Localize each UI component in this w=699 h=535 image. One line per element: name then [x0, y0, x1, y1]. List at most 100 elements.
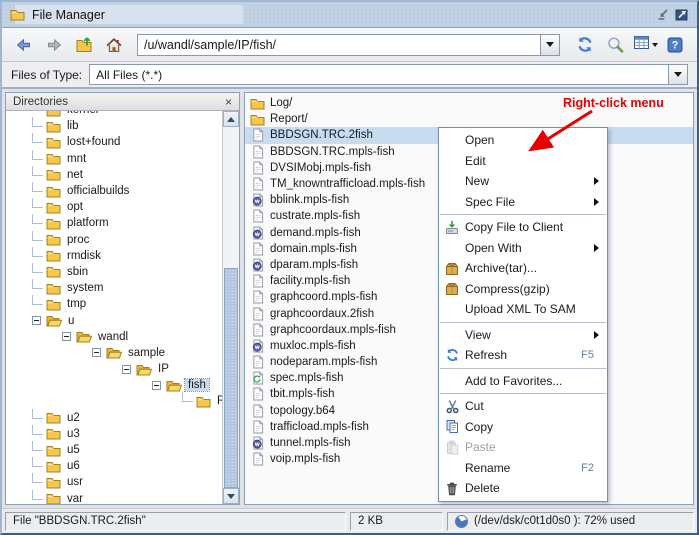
wandl-file-icon	[250, 226, 265, 240]
tree-expander-minus[interactable]	[152, 381, 161, 390]
back-button[interactable]	[11, 32, 37, 58]
tree-item-lost-found[interactable]: lost+found	[6, 134, 222, 150]
tree-item-platform[interactable]: platform	[6, 215, 222, 231]
tree-item-u5[interactable]: u5	[6, 442, 222, 458]
svg-text:?: ?	[672, 39, 679, 51]
menu-item-new[interactable]: New	[439, 171, 607, 192]
menu-item-cut[interactable]: Cut	[439, 396, 607, 417]
tree-item-IP[interactable]: IP	[6, 361, 222, 377]
menu-item-archive-tar[interactable]: Archive(tar)...	[439, 258, 607, 279]
tree-item-proc[interactable]: proc	[6, 232, 222, 248]
window-controls	[655, 8, 689, 22]
status-file-text: File "BBDSGN.TRC.2fish"	[13, 515, 146, 527]
tree-expander-minus[interactable]	[62, 332, 71, 341]
home-button[interactable]	[101, 32, 127, 58]
tree-item-sample[interactable]: sample	[6, 345, 222, 361]
menu-separator	[440, 368, 606, 369]
close-directories-button[interactable]: ×	[225, 96, 232, 108]
tree-item-system[interactable]: system	[6, 280, 222, 296]
menu-item-compress-gzip[interactable]: Compress(gzip)	[439, 279, 607, 300]
address-dropdown-button[interactable]	[540, 35, 559, 55]
tree-connector-line	[32, 133, 43, 143]
files-of-type-dropdown-button[interactable]	[668, 65, 687, 84]
menu-item-rename[interactable]: RenameF2	[439, 458, 607, 479]
restore-window-button[interactable]	[655, 8, 670, 22]
folder-icon	[10, 8, 25, 21]
tree-item-net[interactable]: net	[6, 167, 222, 183]
tree-item-lib[interactable]: lib	[6, 118, 222, 134]
tree-item-label: platform	[64, 217, 112, 229]
folder-icon	[46, 185, 61, 198]
tree-item-usr[interactable]: usr	[6, 474, 222, 490]
menu-item-refresh[interactable]: RefreshF5	[439, 345, 607, 366]
menu-item-delete[interactable]: Delete	[439, 478, 607, 499]
maximize-window-button[interactable]	[674, 8, 689, 22]
menu-item-copy[interactable]: Copy	[439, 417, 607, 438]
folder-open-icon	[166, 379, 182, 392]
file-item-label: spec.mpls-fish	[270, 372, 344, 384]
menu-item-copy-file-to-client[interactable]: Copy File to Client	[439, 217, 607, 238]
scroll-down-button[interactable]	[223, 488, 239, 504]
delete-icon	[439, 481, 465, 496]
directories-title: Directories	[13, 96, 68, 108]
files-of-type-combo[interactable]: All Files (*.*)	[89, 64, 688, 85]
directories-panel-header: Directories ×	[6, 93, 239, 111]
file-item-label: bblink.mpls-fish	[270, 194, 349, 206]
tree-item-var[interactable]: var	[6, 491, 222, 505]
folder-icon	[46, 168, 61, 181]
address-text[interactable]: /u/wandl/sample/IP/fish/	[138, 35, 540, 55]
tree-item-u6[interactable]: u6	[6, 458, 222, 474]
tree-item-fish[interactable]: fish	[6, 377, 222, 393]
tree-item-opt[interactable]: opt	[6, 199, 222, 215]
tree-item-mnt[interactable]: mnt	[6, 151, 222, 167]
menu-item-label: Open With	[465, 241, 594, 255]
wandl-file-icon	[250, 258, 265, 272]
chevron-down-icon	[652, 43, 658, 47]
menu-item-spec-file[interactable]: Spec File	[439, 192, 607, 213]
tree-expander-minus[interactable]	[32, 316, 41, 325]
menu-item-view[interactable]: View	[439, 325, 607, 346]
up-directory-button[interactable]	[71, 32, 97, 58]
tree-expander-minus[interactable]	[92, 348, 101, 357]
file-item-label: Log/	[270, 97, 292, 109]
tree-item-label: mnt	[64, 153, 89, 165]
file-item-label: domain.mpls-fish	[270, 243, 357, 255]
tree-item-u3[interactable]: u3	[6, 426, 222, 442]
tree-item-Report[interactable]: Report	[6, 393, 222, 409]
tree-item-sbin[interactable]: sbin	[6, 264, 222, 280]
tree-item-label: IP	[155, 363, 172, 375]
folder-icon	[46, 201, 61, 214]
wandl-file-icon	[250, 436, 265, 450]
file-item-Report[interactable]: Report/	[245, 111, 693, 127]
tree-item-tmp[interactable]: tmp	[6, 296, 222, 312]
menu-item-add-to-favorites[interactable]: Add to Favorites...	[439, 371, 607, 392]
file-icon	[250, 177, 265, 191]
tree-item-wandl[interactable]: wandl	[6, 329, 222, 345]
tree-connector-line	[32, 166, 43, 176]
address-bar[interactable]: /u/wandl/sample/IP/fish/	[137, 34, 560, 56]
menu-item-label: Refresh	[465, 348, 581, 362]
title-bar[interactable]: File Manager	[2, 2, 697, 28]
tree-item-officialbuilds[interactable]: officialbuilds	[6, 183, 222, 199]
menu-item-open-with[interactable]: Open With	[439, 238, 607, 259]
tree-connector-line	[32, 182, 43, 192]
scrollbar-thumb[interactable]	[224, 268, 238, 488]
file-item-label: graphcoordaux.2fish	[270, 308, 374, 320]
tree-connector-line	[32, 214, 43, 224]
help-button[interactable]: ?	[662, 32, 688, 58]
tree-expander-minus[interactable]	[122, 365, 131, 374]
tree-item-label: sample	[125, 347, 168, 359]
tree-item-rmdisk[interactable]: rmdisk	[6, 248, 222, 264]
menu-item-upload-xml-to-sam[interactable]: Upload XML To SAM	[439, 299, 607, 320]
scroll-up-button[interactable]	[223, 111, 239, 127]
tree-scrollbar[interactable]	[222, 111, 239, 504]
views-button[interactable]	[632, 32, 658, 58]
menu-shortcut: F5	[581, 349, 594, 361]
folder-icon	[250, 113, 265, 126]
tree-item-u[interactable]: u	[6, 312, 222, 328]
tree-item-label: proc	[64, 234, 92, 246]
search-button[interactable]	[602, 32, 628, 58]
tree-item-u2[interactable]: u2	[6, 410, 222, 426]
forward-button[interactable]	[41, 32, 67, 58]
refresh-button[interactable]	[572, 32, 598, 58]
